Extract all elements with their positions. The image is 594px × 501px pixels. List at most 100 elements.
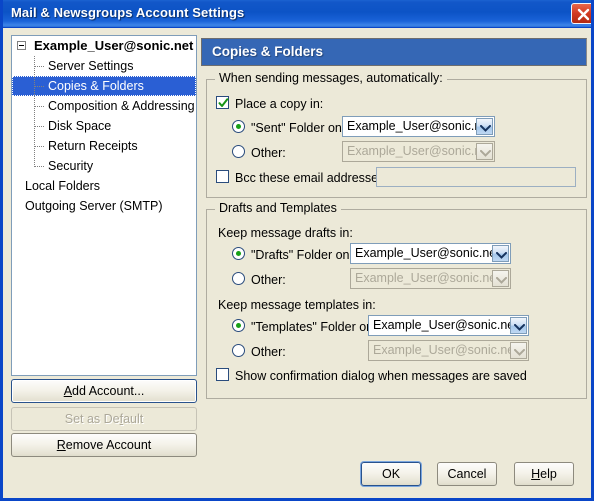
sidebar-item-disk-space[interactable]: Disk Space	[12, 116, 196, 136]
sidebar-item-server-settings[interactable]: Server Settings	[12, 56, 196, 76]
drafts-other-radio[interactable]	[232, 272, 245, 285]
set-as-default-button: Set as Default	[11, 407, 197, 431]
panel-header: Copies & Folders	[201, 38, 587, 66]
templates-folder-radio[interactable]	[232, 319, 245, 332]
templates-heading: Keep message templates in:	[218, 298, 376, 312]
radio-dot-icon	[236, 124, 241, 129]
add-account-label: dd Account...	[72, 384, 145, 398]
drafts-folder-radio[interactable]	[232, 247, 245, 260]
drafts-folder-label: "Drafts" Folder on:	[251, 248, 353, 262]
sidebar-item-label: Return Receipts	[48, 139, 138, 153]
ok-label: OK	[381, 467, 401, 481]
place-copy-label: Place a copy in:	[235, 97, 324, 111]
sidebar-item-copies-folders[interactable]: Copies & Folders	[12, 76, 196, 96]
sent-other-radio[interactable]	[232, 145, 245, 158]
checkmark-icon	[218, 98, 229, 107]
drafts-other-combo: Example_User@sonic.net	[350, 268, 511, 289]
templates-folder-combo[interactable]: Example_User@sonic.net	[368, 315, 529, 336]
tree-connector-icon	[34, 56, 45, 76]
bcc-checkbox[interactable]	[216, 170, 229, 183]
sidebar-item-label: Server Settings	[48, 59, 134, 73]
templates-other-value: Example_User@sonic.net	[373, 343, 518, 357]
sidebar-item-label: Disk Space	[48, 119, 112, 133]
chevron-glyph	[496, 277, 507, 284]
sidebar-item-security[interactable]: Security	[12, 156, 196, 176]
chevron-down-icon[interactable]	[476, 118, 493, 135]
sent-folder-radio[interactable]	[232, 120, 245, 133]
drafts-folder-value: Example_User@sonic.net	[355, 246, 500, 260]
set-as-default-label-post: ault	[123, 412, 144, 426]
add-account-button[interactable]: Add Account...	[11, 379, 197, 403]
page-title: Copies & Folders	[212, 44, 324, 59]
templates-other-label: Other:	[251, 345, 286, 359]
sending-group-legend: When sending messages, automatically:	[215, 71, 447, 85]
account-settings-dialog: Mail & Newsgroups Account Settings Examp…	[0, 0, 594, 501]
sidebar-item-outgoing-server[interactable]: Outgoing Server (SMTP)	[12, 196, 196, 216]
sent-other-label: Other:	[251, 146, 286, 160]
help-button[interactable]: Help	[514, 462, 574, 486]
sidebar-item-label: Outgoing Server (SMTP)	[25, 199, 163, 213]
drafts-heading: Keep message drafts in:	[218, 226, 353, 240]
ok-button[interactable]: OK	[361, 462, 421, 486]
sent-folder-label: "Sent" Folder on:	[251, 121, 346, 135]
help-label: elp	[540, 467, 557, 481]
tree-connector-icon	[34, 76, 45, 96]
templates-other-radio[interactable]	[232, 344, 245, 357]
bcc-label: Bcc these email addresses:	[235, 171, 388, 185]
drafts-folder-combo[interactable]: Example_User@sonic.net	[350, 243, 511, 264]
chevron-glyph	[496, 252, 507, 259]
chevron-down-icon	[476, 143, 493, 160]
sidebar-item-account-root[interactable]: Example_User@sonic.net	[12, 36, 196, 56]
tree-connector-icon	[34, 156, 45, 176]
sidebar-item-label: Example_User@sonic.net	[34, 38, 194, 53]
group-border-right	[335, 209, 587, 210]
chevron-down-icon[interactable]	[510, 317, 527, 334]
collapse-expander-icon[interactable]	[17, 41, 26, 50]
sidebar-item-return-receipts[interactable]: Return Receipts	[12, 136, 196, 156]
group-border-left	[206, 79, 215, 80]
close-x-glyph	[577, 8, 590, 21]
close-icon[interactable]	[571, 3, 591, 24]
chevron-down-icon[interactable]	[492, 245, 509, 262]
cancel-button[interactable]: Cancel	[437, 462, 497, 486]
chevron-glyph	[480, 125, 491, 132]
remove-account-button[interactable]: Remove Account	[11, 433, 197, 457]
drafts-other-label: Other:	[251, 273, 286, 287]
drafts-group-legend: Drafts and Templates	[215, 201, 341, 215]
window-title: Mail & Newsgroups Account Settings	[11, 5, 245, 20]
show-confirmation-label: Show confirmation dialog when messages a…	[235, 369, 527, 383]
group-border-left	[206, 209, 215, 210]
account-tree[interactable]: Example_User@sonic.net Server Settings C…	[11, 35, 197, 376]
tree-connector-icon	[34, 116, 45, 136]
tree-connector-icon	[34, 136, 45, 156]
title-bar: Mail & Newsgroups Account Settings	[3, 0, 591, 28]
sidebar-item-local-folders[interactable]: Local Folders	[12, 176, 196, 196]
settings-panel: Copies & Folders When sending messages, …	[201, 35, 589, 400]
sidebar-item-label: Composition & Addressing	[48, 99, 195, 113]
sent-other-combo: Example_User@sonic.net	[342, 141, 495, 162]
show-confirmation-checkbox[interactable]	[216, 368, 229, 381]
group-border-right	[425, 79, 587, 80]
sidebar-item-label: Security	[48, 159, 94, 173]
sidebar-item-label: Local Folders	[25, 179, 101, 193]
place-copy-checkbox[interactable]	[216, 96, 229, 109]
tree-connector-icon	[34, 96, 45, 116]
sent-folder-combo[interactable]: Example_User@sonic.net	[342, 116, 495, 137]
chevron-glyph	[480, 150, 491, 157]
sidebar-item-label: Copies & Folders	[48, 79, 144, 93]
drafts-other-value: Example_User@sonic.net	[355, 271, 500, 285]
templates-folder-value: Example_User@sonic.net	[373, 318, 518, 332]
cancel-label: Cancel	[447, 467, 487, 481]
sent-other-value: Example_User@sonic.net	[347, 144, 492, 158]
chevron-glyph	[514, 324, 525, 331]
templates-other-combo: Example_User@sonic.net	[368, 340, 529, 361]
sidebar-item-composition-addressing[interactable]: Composition & Addressing	[12, 96, 196, 116]
remove-account-label: emove Account	[65, 438, 152, 452]
bcc-addresses-input	[376, 167, 576, 187]
chevron-down-icon	[510, 342, 527, 359]
set-as-default-label-pre: Set as De	[64, 412, 120, 426]
templates-folder-label: "Templates" Folder on:	[251, 320, 377, 334]
radio-dot-icon	[236, 251, 241, 256]
chevron-down-icon	[492, 270, 509, 287]
radio-dot-icon	[236, 323, 241, 328]
